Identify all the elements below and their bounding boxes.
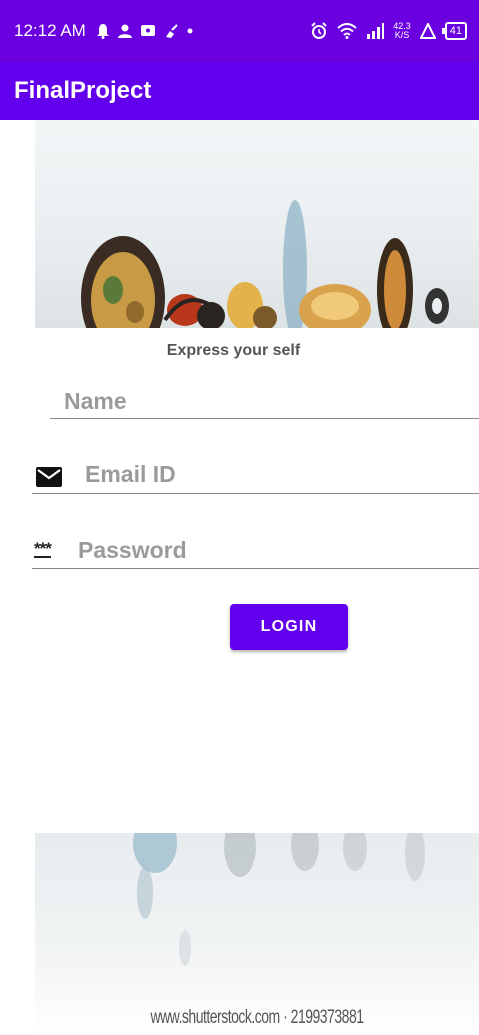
email-field[interactable]: Email ID — [32, 456, 479, 494]
password-field[interactable]: *** Password — [32, 532, 479, 569]
status-time: 12:12 AM — [14, 21, 86, 40]
login-button[interactable]: LOGIN — [230, 604, 348, 650]
envelope-icon — [36, 467, 62, 487]
clean-icon — [165, 24, 178, 38]
signal-icon — [367, 23, 385, 39]
vpn-icon — [419, 23, 436, 39]
message-icon — [140, 25, 155, 36]
person-icon — [117, 24, 132, 38]
battery-icon: 41 — [441, 22, 467, 40]
name-placeholder: Name — [64, 388, 127, 414]
notification-bell-icon — [96, 24, 109, 39]
tagline: Express your self — [166, 342, 301, 359]
footer-food-image: www.shutterstock.com · 2199373881 — [35, 833, 479, 1035]
password-placeholder: Password — [78, 537, 187, 563]
dot-icon — [187, 28, 193, 34]
status-bar: 12:12 AM 42.3 K/S 41 — [0, 0, 479, 62]
wifi-icon — [337, 23, 357, 39]
app-title: FinalProject — [14, 77, 152, 104]
network-speed: 42.3 K/S — [393, 21, 411, 40]
name-field[interactable]: Name — [50, 380, 479, 419]
alarm-icon — [311, 22, 327, 39]
watermark-text: www.shutterstock.com · 2199373881 — [150, 1004, 364, 1028]
email-placeholder: Email ID — [85, 461, 176, 487]
password-icon: *** — [34, 539, 52, 558]
app-bar: FinalProject — [0, 62, 479, 120]
header-food-image — [35, 120, 479, 328]
